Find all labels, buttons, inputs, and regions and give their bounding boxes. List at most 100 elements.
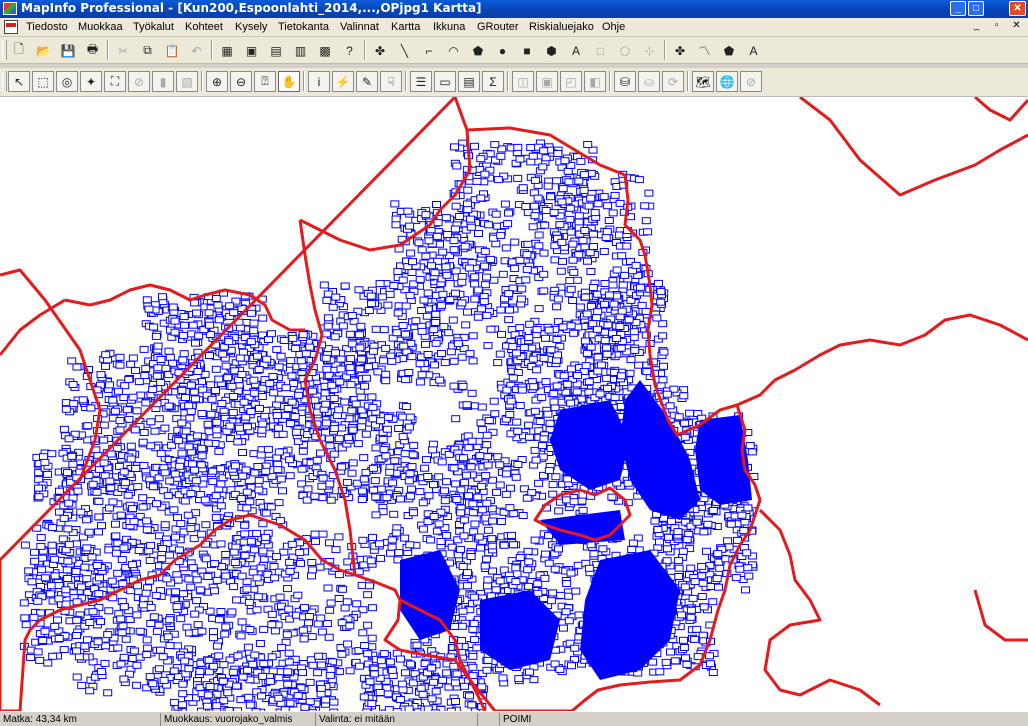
graph-select-icon[interactable]: ▧ <box>176 71 198 92</box>
set-target-icon[interactable]: ▣ <box>536 71 558 92</box>
address-point-symbol <box>589 550 599 558</box>
menu-tietokanta[interactable]: Tietokanta <box>278 21 329 33</box>
info-tool-icon[interactable]: i <box>308 71 330 92</box>
address-point-symbol <box>381 370 391 378</box>
menu-kysely[interactable]: Kysely <box>235 21 267 33</box>
paste-icon[interactable]: 📋 <box>161 40 183 61</box>
address-point-symbol <box>554 545 563 553</box>
disable-icon[interactable]: ⊘ <box>740 71 762 92</box>
new-map-icon[interactable]: ▣ <box>241 40 263 61</box>
address-point-symbol <box>113 569 123 577</box>
mapinfo-app-icon[interactable] <box>3 2 17 15</box>
address-point-symbol <box>602 228 612 236</box>
new-file-icon[interactable]: 🗋 <box>8 40 30 61</box>
doc-close-button[interactable]: ✕ <box>1010 20 1023 33</box>
marquee-select-icon[interactable]: ⬚ <box>32 71 54 92</box>
save-icon[interactable]: 💾 <box>57 40 79 61</box>
globe-icon[interactable]: 🌐 <box>716 71 738 92</box>
address-point-symbol <box>139 429 149 436</box>
menu-muokkaa[interactable]: Muokkaa <box>78 21 123 33</box>
menu-ohje[interactable]: Ohje <box>602 21 625 33</box>
address-point-symbol <box>462 582 472 590</box>
zoom-out-icon[interactable]: ⊖ <box>230 71 252 92</box>
maximize-button[interactable]: □ <box>968 1 984 16</box>
line-tool-icon[interactable]: ╲ <box>394 40 416 61</box>
grabber-hand-icon[interactable]: ✋ <box>278 71 300 92</box>
undo-icon[interactable]: ↶ <box>186 40 208 61</box>
text-tool-icon[interactable]: A <box>565 40 587 61</box>
erase-icon[interactable]: ◧ <box>584 71 606 92</box>
toolbar-grip[interactable] <box>2 71 7 91</box>
cut-icon[interactable]: ✂ <box>112 40 134 61</box>
hotlink-icon[interactable]: ⚡ <box>332 71 354 92</box>
unselect-all-icon[interactable]: ⊘ <box>128 71 150 92</box>
address-point-symbol <box>241 466 251 474</box>
title-bar[interactable]: MapInfo Professional - [Kun200,Espoonlah… <box>0 0 1028 18</box>
address-point-symbol <box>501 244 511 252</box>
radius-select-icon[interactable]: ◎ <box>56 71 78 92</box>
drag-map-window-icon[interactable]: ☟ <box>380 71 402 92</box>
new-browser-icon[interactable]: ▦ <box>216 40 238 61</box>
menu-kartta[interactable]: Kartta <box>391 21 420 33</box>
clip-region-icon[interactable]: ◫ <box>512 71 534 92</box>
region-style-icon[interactable]: ⬟ <box>718 40 740 61</box>
menu-riskialuejako[interactable]: Riskialuejako <box>529 21 594 33</box>
zoom-in-icon[interactable]: ⊕ <box>206 71 228 92</box>
add-node-tool-icon[interactable]: ⊹ <box>639 40 661 61</box>
text-style-icon[interactable]: A <box>743 40 765 61</box>
new-graph-icon[interactable]: ▤ <box>265 40 287 61</box>
database-refresh-icon[interactable]: ⟳ <box>662 71 684 92</box>
doc-restore-button[interactable]: ▫ <box>990 20 1003 33</box>
address-point-symbol <box>104 504 114 512</box>
rectangle-tool-icon[interactable]: ■ <box>516 40 538 61</box>
symbol-style-icon[interactable]: ✤ <box>669 40 691 61</box>
map-canvas[interactable] <box>0 97 1028 711</box>
address-point-symbol <box>308 387 318 395</box>
polyline-tool-icon[interactable]: ⌐ <box>418 40 440 61</box>
new-redistrict-icon[interactable]: ▩ <box>314 40 336 61</box>
menu-ikkuna[interactable]: Ikkuna <box>433 21 465 33</box>
menu-grouter[interactable]: GRouter <box>477 21 519 33</box>
change-view-icon[interactable]: ⍰ <box>254 71 276 92</box>
address-point-symbol <box>530 176 540 184</box>
map-window[interactable] <box>0 97 1028 711</box>
database-save-icon[interactable]: ⛀ <box>638 71 660 92</box>
rounded-rectangle-tool-icon[interactable]: ⬢ <box>541 40 563 61</box>
address-point-symbol <box>679 644 689 651</box>
toolbar-grip[interactable] <box>2 40 7 60</box>
boundary-select-icon[interactable]: ⛶ <box>104 71 126 92</box>
menu-tyokalut[interactable]: Työkalut <box>133 21 174 33</box>
document-icon[interactable] <box>4 20 18 34</box>
new-layout-icon[interactable]: ▥ <box>290 40 312 61</box>
layer-control-icon[interactable]: ☰ <box>410 71 432 92</box>
arc-tool-icon[interactable]: ◠ <box>443 40 465 61</box>
invert-selection-icon[interactable]: ▮ <box>152 71 174 92</box>
symbol-tool-icon[interactable]: ✤ <box>369 40 391 61</box>
doc-minimize-button[interactable]: _ <box>970 20 983 33</box>
close-button[interactable]: ✕ <box>1009 1 1026 16</box>
ellipse-tool-icon[interactable]: ● <box>492 40 514 61</box>
database-open-icon[interactable]: ⛁ <box>614 71 636 92</box>
menu-valinnat[interactable]: Valinnat <box>340 21 379 33</box>
polygon-tool-icon[interactable]: ⬟ <box>467 40 489 61</box>
show-legend-icon[interactable]: ▤ <box>458 71 480 92</box>
frame-tool-icon[interactable]: □ <box>590 40 612 61</box>
menu-tiedosto[interactable]: Tiedosto <box>26 21 68 33</box>
address-point-symbol <box>626 356 636 364</box>
open-folder-icon[interactable]: 📂 <box>33 40 55 61</box>
menu-kohteet[interactable]: Kohteet <box>185 21 223 33</box>
reshape-tool-icon[interactable]: ⬠ <box>614 40 636 61</box>
select-tool-icon[interactable]: ↖ <box>8 71 30 92</box>
copy-icon[interactable]: ⧉ <box>137 40 159 61</box>
split-icon[interactable]: ◰ <box>560 71 582 92</box>
polygon-select-icon[interactable]: ✦ <box>80 71 102 92</box>
map-window-icon[interactable]: 🗺 <box>692 71 714 92</box>
print-icon[interactable]: 🖶 <box>82 40 104 61</box>
address-point-symbol <box>106 450 116 458</box>
label-tool-icon[interactable]: ✎ <box>356 71 378 92</box>
line-style-icon[interactable]: 〽 <box>694 40 716 61</box>
help-icon[interactable]: ? <box>339 40 361 61</box>
statistics-icon[interactable]: Σ <box>482 71 504 92</box>
minimize-button[interactable]: _ <box>950 1 966 16</box>
ruler-icon[interactable]: ▭ <box>434 71 456 92</box>
